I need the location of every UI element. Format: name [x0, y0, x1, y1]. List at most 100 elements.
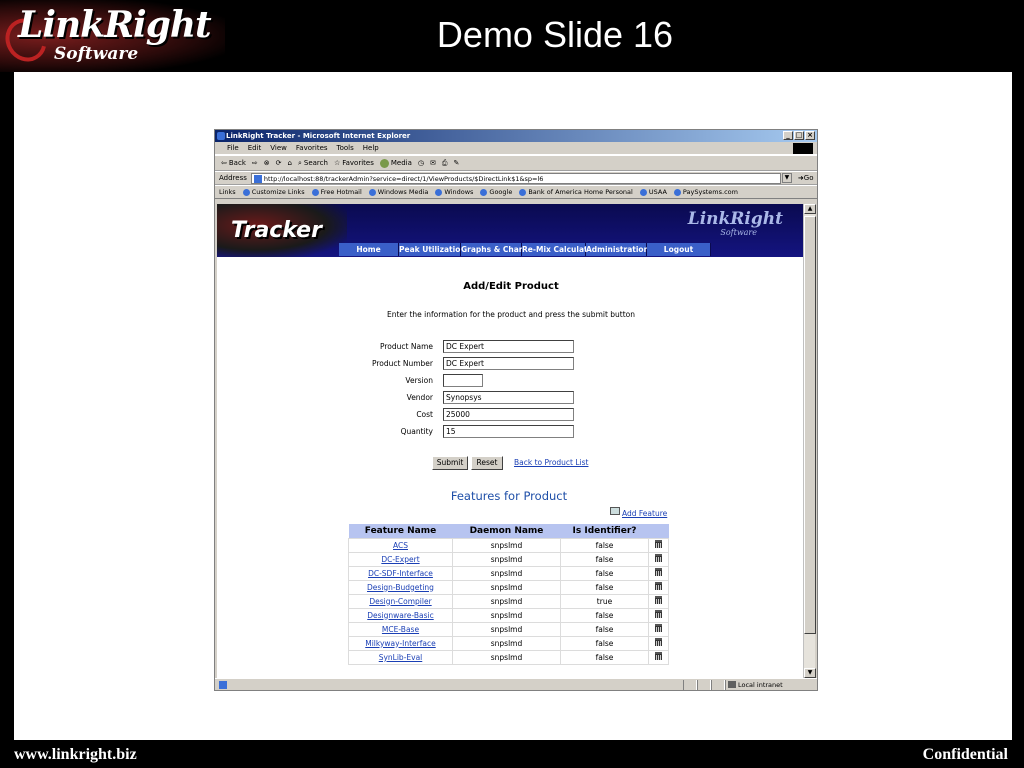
menu-favorites[interactable]: Favorites: [296, 144, 328, 152]
identifier-cell: false: [560, 537, 649, 553]
nav-administration[interactable]: Administration: [586, 243, 649, 256]
logo-main-text: LinkRight: [18, 4, 212, 46]
footer-confidential: Confidential: [922, 746, 1008, 763]
scroll-thumb[interactable]: [804, 216, 816, 634]
feature-link[interactable]: Design-Compiler: [369, 597, 431, 606]
nav-graphs-charts[interactable]: Graphs & Charts: [461, 243, 531, 256]
feature-link[interactable]: Design-Budgeting: [367, 583, 434, 592]
trash-icon[interactable]: [655, 638, 662, 646]
menu-edit[interactable]: Edit: [248, 144, 262, 152]
daemon-cell: snpslmd: [452, 635, 561, 651]
delete-cell: [648, 649, 669, 665]
menu-help[interactable]: Help: [363, 144, 379, 152]
media-label: Media: [390, 159, 412, 167]
close-button[interactable]: ×: [805, 131, 815, 140]
stop-icon[interactable]: ⊗: [264, 159, 270, 167]
nav-logout[interactable]: Logout: [647, 243, 711, 256]
feature-link[interactable]: DC-Expert: [381, 555, 419, 564]
minimize-button[interactable]: _: [783, 131, 793, 140]
links-label: Links: [219, 188, 236, 196]
app-banner: Tracker LinkRight Software Home Peak Uti…: [217, 204, 805, 257]
link-usaa[interactable]: USAA: [640, 188, 667, 196]
trash-icon[interactable]: [655, 554, 662, 562]
ie-icon: [217, 132, 225, 140]
favorites-label: Favorites: [342, 159, 374, 167]
link-windows[interactable]: Windows: [435, 188, 473, 196]
link-google[interactable]: Google: [480, 188, 512, 196]
address-dropdown-button[interactable]: ▼: [781, 173, 792, 183]
menu-file[interactable]: File: [227, 144, 239, 152]
status-bar: Local intranet: [215, 678, 817, 690]
menu-view[interactable]: View: [270, 144, 287, 152]
address-input[interactable]: http://localhost:88/trackerAdmin?service…: [250, 172, 781, 184]
tracker-logo: Tracker: [231, 218, 322, 243]
maximize-button[interactable]: □: [794, 131, 804, 140]
reset-button[interactable]: Reset: [471, 456, 503, 470]
trash-icon[interactable]: [655, 540, 662, 548]
favorites-button[interactable]: ☆ Favorites: [334, 159, 374, 167]
daemon-cell: snpslmd: [452, 649, 561, 665]
submit-button[interactable]: Submit: [432, 456, 468, 470]
refresh-icon[interactable]: ⟳: [276, 159, 282, 167]
status-pane: [697, 679, 711, 690]
feature-link[interactable]: MCE-Base: [382, 625, 419, 634]
product-name-input[interactable]: DC Expert: [443, 339, 574, 353]
add-feature-link[interactable]: Add Feature: [610, 507, 667, 518]
edit-icon[interactable]: ✎: [453, 159, 459, 167]
print-icon[interactable]: ⎙: [442, 159, 448, 168]
table-header-row: Feature Name Daemon Name Is Identifier?: [348, 524, 669, 538]
back-button[interactable]: ⇦ Back: [221, 159, 246, 167]
trash-icon[interactable]: [655, 610, 662, 618]
media-button[interactable]: Media: [379, 158, 412, 168]
forward-button[interactable]: ⇨: [252, 159, 258, 167]
feature-link[interactable]: DC-SDF-Interface: [368, 569, 433, 578]
identifier-cell: false: [560, 565, 649, 581]
search-button[interactable]: ⌕ Search: [298, 159, 328, 168]
go-label: Go: [803, 174, 814, 182]
version-input[interactable]: [443, 373, 483, 387]
search-icon: ⌕: [297, 158, 302, 167]
link-windows-media[interactable]: Windows Media: [369, 188, 429, 196]
link-free-hotmail[interactable]: Free Hotmail: [312, 188, 362, 196]
trash-icon[interactable]: [655, 624, 662, 632]
trash-icon[interactable]: [655, 582, 662, 590]
browser-title: LinkRight Tracker - Microsoft Internet E…: [226, 132, 411, 140]
link-bank-of-america[interactable]: Bank of America Home Personal: [519, 188, 633, 196]
scroll-up-icon[interactable]: ▲: [804, 204, 816, 214]
feature-link[interactable]: Designware-Basic: [367, 611, 433, 620]
table-row: Design-Compiler snpslmd true: [348, 593, 669, 609]
table-row: SynLib-Eval snpslmd false: [348, 649, 669, 665]
history-icon[interactable]: ◷: [418, 159, 424, 167]
scroll-down-icon[interactable]: ▼: [804, 668, 816, 678]
link-paysystems[interactable]: PaySystems.com: [674, 188, 738, 196]
trash-icon[interactable]: [655, 596, 662, 604]
quantity-input[interactable]: 15: [443, 424, 574, 438]
security-zone: Local intranet: [725, 679, 817, 690]
feature-link[interactable]: ACS: [393, 541, 408, 550]
trash-icon[interactable]: [655, 568, 662, 576]
cost-input[interactable]: 25000: [443, 407, 574, 421]
product-number-input[interactable]: DC Expert: [443, 356, 574, 370]
nav-home[interactable]: Home: [339, 243, 399, 256]
trash-icon[interactable]: [655, 652, 662, 660]
vertical-scrollbar[interactable]: ▲ ▼: [803, 204, 816, 678]
field-version: Version: [337, 373, 637, 387]
quantity-label: Quantity: [400, 426, 433, 436]
mail-icon[interactable]: ✉: [430, 159, 436, 167]
menu-tools[interactable]: Tools: [337, 144, 354, 152]
feature-link[interactable]: Milkyway-Interface: [365, 639, 435, 648]
home-icon[interactable]: ⌂: [288, 159, 292, 167]
back-to-product-list-link[interactable]: Back to Product List: [514, 458, 588, 467]
go-button[interactable]: ➜Go: [798, 174, 814, 182]
link-customize-links[interactable]: Customize Links: [243, 188, 305, 196]
product-number-label: Product Number: [372, 358, 433, 368]
nav-peak-utilization[interactable]: Peak Utilization: [399, 243, 466, 256]
delete-cell: [648, 565, 669, 581]
table-row: Design-Budgeting snpslmd false: [348, 579, 669, 595]
delete-cell: [648, 607, 669, 623]
nav-remix-calculator[interactable]: Re-Mix Calculator: [522, 243, 596, 256]
delete-cell: [648, 593, 669, 609]
vendor-input[interactable]: Synopsys: [443, 390, 574, 404]
feature-link[interactable]: SynLib-Eval: [379, 653, 423, 662]
page-viewport: Tracker LinkRight Software Home Peak Uti…: [217, 204, 805, 678]
